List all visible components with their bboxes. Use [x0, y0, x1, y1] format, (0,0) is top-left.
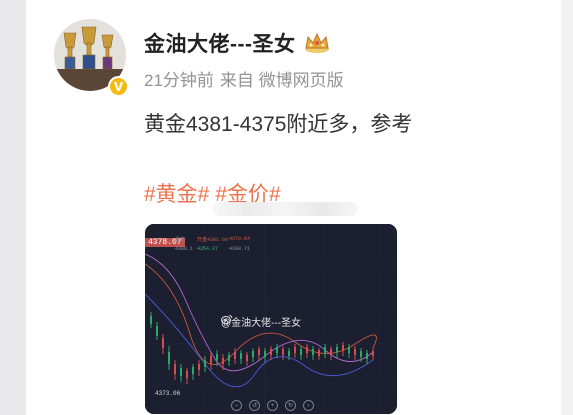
zoom-out-button[interactable]: −	[231, 400, 242, 411]
low-price-label: 4373.06	[155, 390, 181, 397]
post-text: 黄金4381-4375附近多，参考	[144, 113, 413, 136]
reset-button[interactable]: ↺	[249, 400, 260, 411]
post-source: 来自 微博网页版	[219, 71, 344, 90]
chart-watermark: @金油大佬---圣女	[221, 314, 301, 329]
verified-badge: V	[108, 76, 129, 97]
author-name[interactable]: 金油大佬---圣女	[144, 28, 295, 58]
author-row: 金油大佬---圣女	[144, 28, 331, 58]
chart-image[interactable]: 4378.07 最高 开盘4381.69 4379.84 4388.1 4354…	[145, 224, 397, 414]
indicator-value-1: 开盘4381.69	[197, 237, 229, 243]
left-rail	[0, 0, 26, 415]
right-rail	[561, 0, 573, 415]
verified-icon: V	[110, 78, 127, 95]
topic-gold[interactable]: #黄金#	[144, 178, 209, 208]
post-meta: 21分钟前 来自 微博网页版	[144, 66, 344, 91]
post-time[interactable]: 21分钟前	[144, 66, 214, 91]
indicator-value-2: 4379.84	[229, 236, 251, 242]
watermark-text: @金油大佬---圣女	[221, 318, 302, 329]
next-button[interactable]: ›	[303, 400, 314, 411]
indicator-value-4: 4354.37	[197, 246, 219, 252]
weibo-logo-icon	[221, 315, 233, 324]
refresh-button[interactable]: ↻	[285, 400, 296, 411]
chart-controls: − ↺ + ↻ ›	[231, 400, 314, 411]
indicator-label-1: 最高	[175, 237, 186, 243]
crown-icon	[305, 32, 330, 53]
zoom-in-button[interactable]: +	[267, 400, 278, 411]
weibo-post-card: V 金油大佬---圣女 21分钟前 来自 微博网页版 黄金4381-4375附近…	[26, 0, 561, 415]
blurred-overlay	[212, 202, 358, 216]
indicator-value-5: 4390.71	[229, 246, 251, 252]
indicator-value-3: 4388.1	[175, 246, 194, 252]
